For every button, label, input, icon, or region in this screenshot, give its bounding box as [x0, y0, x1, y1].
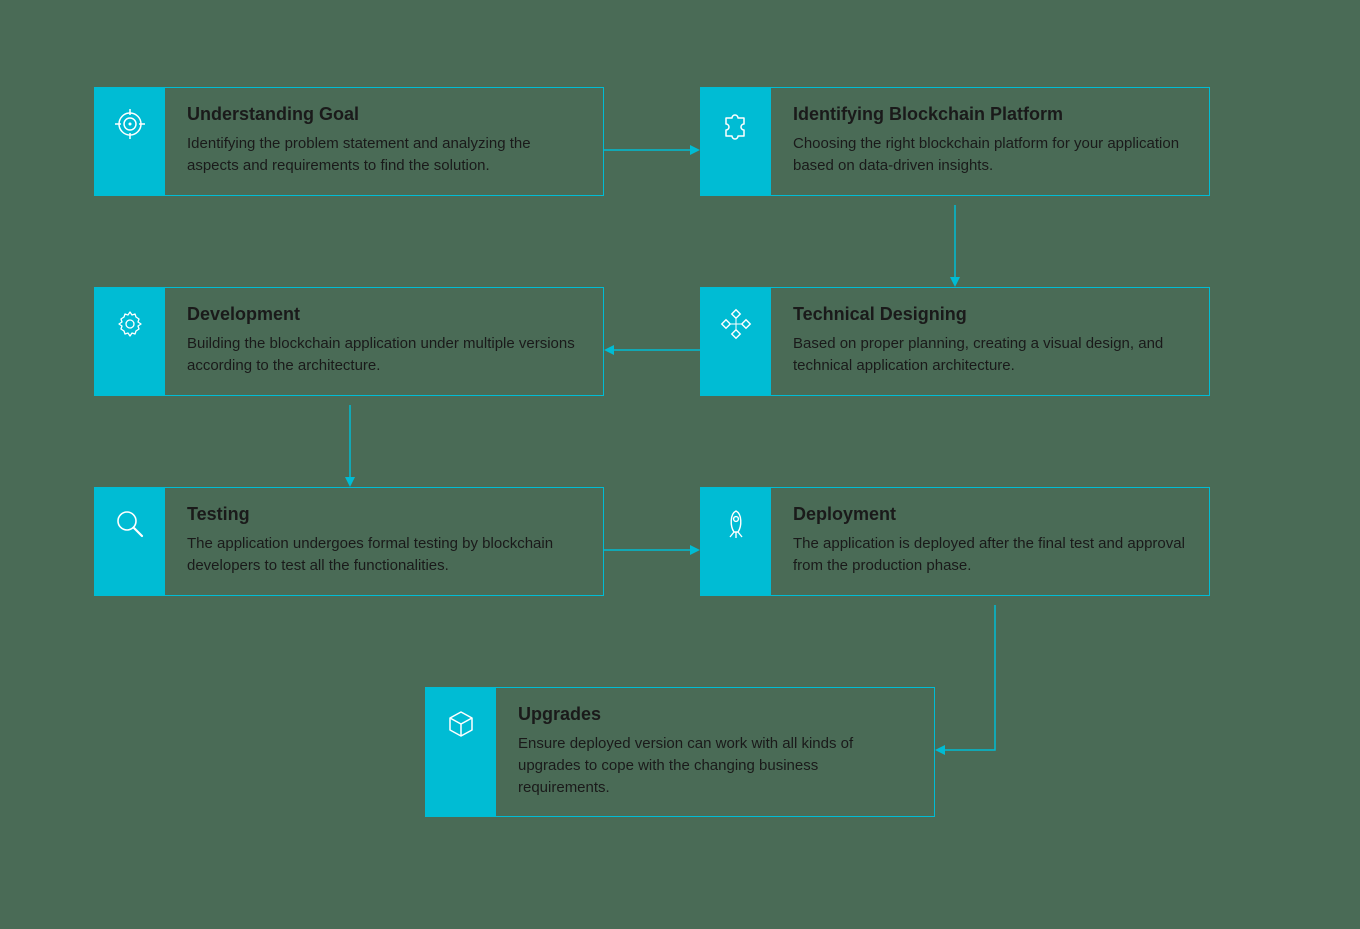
step-deployment: Deployment The application is deployed a… — [700, 487, 1210, 596]
target-icon — [95, 88, 165, 195]
connector-test-to-deploy — [604, 540, 700, 560]
magnifier-icon — [95, 488, 165, 595]
step-testing: Testing The application undergoes formal… — [94, 487, 604, 596]
step-desc: Based on proper planning, creating a vis… — [793, 333, 1187, 377]
step-title: Testing — [187, 504, 581, 525]
step-title: Understanding Goal — [187, 104, 581, 125]
step-title: Deployment — [793, 504, 1187, 525]
step-desc: The application undergoes formal testing… — [187, 533, 581, 577]
rocket-icon — [701, 488, 771, 595]
step-desc: Building the blockchain application unde… — [187, 333, 581, 377]
step-desc: Identifying the problem statement and an… — [187, 133, 581, 177]
step-title: Upgrades — [518, 704, 912, 725]
puzzle-icon — [701, 88, 771, 195]
gear-icon — [95, 288, 165, 395]
step-desc: The application is deployed after the fi… — [793, 533, 1187, 577]
connector-platform-to-design — [945, 205, 965, 287]
step-desc: Ensure deployed version can work with al… — [518, 733, 912, 798]
step-title: Development — [187, 304, 581, 325]
step-title: Technical Designing — [793, 304, 1187, 325]
connector-dev-to-test — [340, 405, 360, 487]
connector-design-to-dev — [604, 340, 700, 360]
nodes-icon — [701, 288, 771, 395]
step-understanding-goal: Understanding Goal Identifying the probl… — [94, 87, 604, 196]
step-development: Development Building the blockchain appl… — [94, 287, 604, 396]
step-identifying-platform: Identifying Blockchain Platform Choosing… — [700, 87, 1210, 196]
step-upgrades: Upgrades Ensure deployed version can wor… — [425, 687, 935, 817]
step-desc: Choosing the right blockchain platform f… — [793, 133, 1187, 177]
cube-icon — [426, 688, 496, 816]
connector-goal-to-platform — [604, 140, 700, 160]
step-title: Identifying Blockchain Platform — [793, 104, 1187, 125]
connector-deploy-to-upgrades — [935, 605, 1015, 765]
process-diagram: Understanding Goal Identifying the probl… — [0, 0, 1360, 929]
step-technical-designing: Technical Designing Based on proper plan… — [700, 287, 1210, 396]
